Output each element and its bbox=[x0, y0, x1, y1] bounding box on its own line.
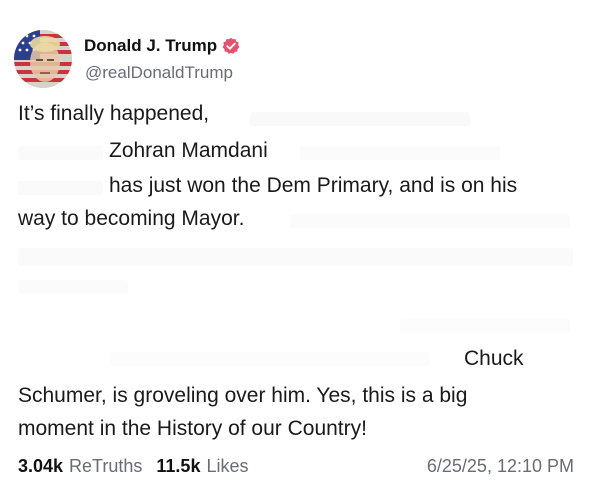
post-timestamp[interactable]: 6/25/25, 12:10 PM bbox=[427, 456, 574, 477]
post-text-line: Chuck bbox=[464, 347, 524, 370]
redacted-area bbox=[18, 248, 573, 266]
author-handle[interactable]: @realDonaldTrump bbox=[85, 63, 233, 83]
redacted-area bbox=[18, 146, 103, 160]
retruths-stat[interactable]: 3.04k ReTruths bbox=[18, 456, 142, 477]
redacted-area bbox=[110, 352, 430, 366]
verified-badge-icon bbox=[222, 37, 240, 55]
retruths-count: 3.04k bbox=[18, 456, 64, 476]
truth-social-post: Donald J. Trump @realDonaldTrump It’s fi… bbox=[0, 0, 592, 493]
post-text-line: has just won the Dem Primary, and is on … bbox=[109, 174, 518, 197]
likes-stat[interactable]: 11.5k Likes bbox=[156, 456, 248, 477]
redacted-area bbox=[18, 181, 103, 195]
post-text-line: Schumer, is groveling over him. Yes, thi… bbox=[18, 384, 468, 407]
author-name-text: Donald J. Trump bbox=[84, 36, 218, 55]
redacted-area bbox=[250, 112, 470, 126]
post-text-line: It’s finally happened, bbox=[18, 102, 210, 125]
post-stats: 3.04k ReTruths 11.5k Likes bbox=[18, 456, 249, 477]
author-name[interactable]: Donald J. Trump bbox=[84, 36, 240, 56]
redacted-area bbox=[400, 318, 570, 332]
avatar[interactable] bbox=[14, 30, 72, 88]
post-text-line: way to becoming Mayor. bbox=[18, 207, 245, 230]
retruths-label: ReTruths bbox=[69, 456, 143, 476]
post-text-line: moment in the History of our Country! bbox=[18, 417, 367, 440]
redacted-area bbox=[18, 280, 128, 294]
redacted-area bbox=[300, 146, 500, 160]
likes-label: Likes bbox=[206, 456, 249, 476]
post-text-line: Zohran Mamdani bbox=[109, 139, 268, 162]
redacted-area bbox=[290, 214, 570, 228]
flag-portrait-avatar-icon bbox=[14, 30, 72, 88]
likes-count: 11.5k bbox=[156, 456, 201, 476]
